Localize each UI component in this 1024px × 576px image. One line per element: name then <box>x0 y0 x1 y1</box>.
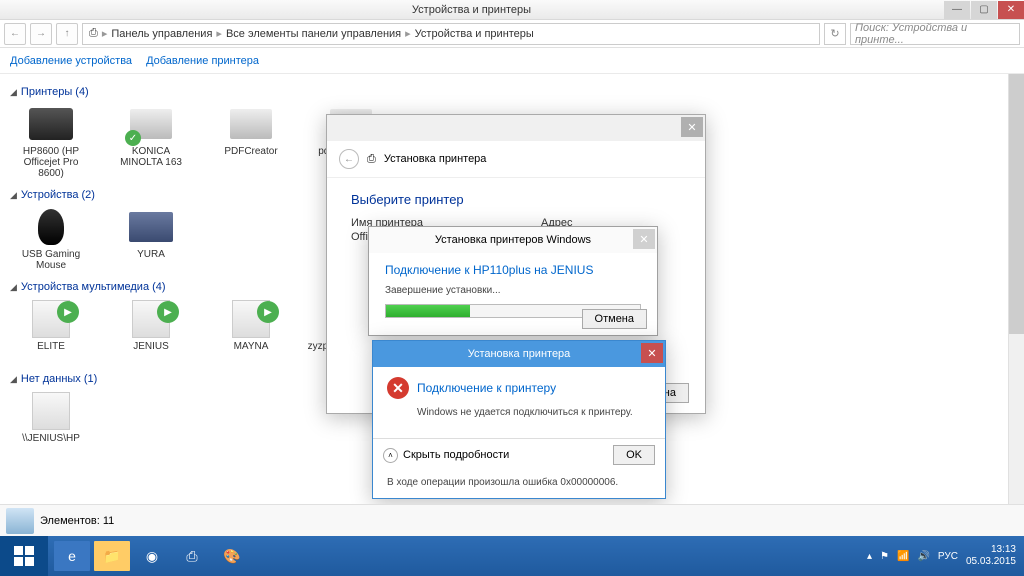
printer-item[interactable]: PDFCreator <box>216 104 286 179</box>
window-titlebar: Устройства и принтеры — ▢ ✕ <box>0 0 1024 20</box>
tray-up-icon[interactable]: ▴ <box>867 551 872 562</box>
scrollbar[interactable] <box>1008 74 1024 504</box>
refresh-button[interactable]: ↻ <box>824 23 846 45</box>
tray-volume-icon[interactable]: 🔊 <box>917 551 929 562</box>
error-icon: ✕ <box>387 377 409 399</box>
breadcrumb-item[interactable]: Панель управления <box>111 28 212 40</box>
dialog-title: Установка принтера✕ <box>373 341 665 367</box>
add-device-link[interactable]: Добавление устройства <box>10 55 132 67</box>
dialog-close-button[interactable]: ✕ <box>681 117 703 137</box>
error-message: Windows не удается подключиться к принте… <box>417 407 651 418</box>
back-button[interactable]: ← <box>4 23 26 45</box>
breadcrumb-item[interactable]: Устройства и принтеры <box>415 28 534 40</box>
dialog-install-progress: Установка принтеров Windows✕ Подключение… <box>368 226 658 336</box>
hide-details-button[interactable]: ˄Скрыть подробности <box>383 448 509 463</box>
dialog-heading: Установка принтера <box>384 153 487 165</box>
taskbar: e 📁 ◉ ⎙ 🎨 ▴ ⚑ 📶 🔊 РУС 13:13 05.03.2015 <box>0 536 1024 576</box>
system-tray[interactable]: ▴ ⚑ 📶 🔊 РУС 13:13 05.03.2015 <box>867 544 1024 568</box>
breadcrumb-icon: ⎙ <box>89 27 98 40</box>
device-item[interactable]: YURA <box>116 207 186 271</box>
error-detail: В ходе операции произошла ошибка 0x00000… <box>373 471 665 498</box>
breadcrumb-item[interactable]: Все элементы панели управления <box>226 28 401 40</box>
start-button[interactable] <box>0 536 48 576</box>
status-icon <box>6 508 34 534</box>
dialog-subheading: Выберите принтер <box>351 192 681 207</box>
dialog-heading: Подключение к HP110plus на JENIUS <box>385 263 641 277</box>
media-item[interactable]: ▶ELITE <box>16 299 86 363</box>
taskbar-paint-icon[interactable]: 🎨 <box>214 541 250 571</box>
printer-item[interactable]: ✓KONICA MINOLTA 163 <box>116 104 186 179</box>
cancel-button[interactable]: Отмена <box>582 309 647 329</box>
minimize-button[interactable]: — <box>944 1 970 19</box>
dialog-title: Установка принтеров Windows✕ <box>369 227 657 253</box>
close-button[interactable]: ✕ <box>998 1 1024 19</box>
dialog-close-button[interactable]: ✕ <box>633 229 655 249</box>
printer-icon: ⎙ <box>367 153 376 166</box>
taskbar-ie-icon[interactable]: e <box>54 541 90 571</box>
dialog-back-button[interactable]: ← <box>339 149 359 169</box>
tray-flag-icon[interactable]: ⚑ <box>880 551 889 562</box>
media-item[interactable]: ▶JENIUS <box>116 299 186 363</box>
device-item[interactable]: \\JENIUS\HP <box>16 391 86 444</box>
status-bar: Элементов: 11 <box>0 504 1024 536</box>
windows-icon <box>14 546 34 566</box>
taskbar-chrome-icon[interactable]: ◉ <box>134 541 170 571</box>
status-count: Элементов: 11 <box>40 515 114 527</box>
scrollbar-thumb[interactable] <box>1009 74 1024 334</box>
search-input[interactable]: Поиск: Устройства и принте... <box>850 23 1020 45</box>
dialog-error: Установка принтера✕ ✕ Подключение к прин… <box>372 340 666 499</box>
up-button[interactable]: ↑ <box>56 23 78 45</box>
toolbar: Добавление устройства Добавление принтер… <box>0 48 1024 74</box>
maximize-button[interactable]: ▢ <box>971 1 997 19</box>
tray-clock[interactable]: 13:13 05.03.2015 <box>966 544 1016 568</box>
taskbar-explorer-icon[interactable]: 📁 <box>94 541 130 571</box>
device-item[interactable]: USB Gaming Mouse <box>16 207 86 271</box>
section-printers[interactable]: ◢Принтеры (4) <box>10 86 1014 98</box>
printer-item[interactable]: HP8600 (HP Officejet Pro 8600) <box>16 104 86 179</box>
dialog-title: ✕ <box>327 115 705 141</box>
add-printer-link[interactable]: Добавление принтера <box>146 55 259 67</box>
navigation-bar: ← → ↑ ⎙ ▸ Панель управления ▸ Все элемен… <box>0 20 1024 48</box>
progress-status: Завершение установки... <box>385 285 641 296</box>
media-item[interactable]: ▶MAYNA <box>216 299 286 363</box>
dialog-heading: Подключение к принтеру <box>417 381 556 395</box>
forward-button[interactable]: → <box>30 23 52 45</box>
tray-network-icon[interactable]: 📶 <box>897 551 909 562</box>
taskbar-app-icon[interactable]: ⎙ <box>174 541 210 571</box>
breadcrumb[interactable]: ⎙ ▸ Панель управления ▸ Все элементы пан… <box>82 23 820 45</box>
window-title: Устройства и принтеры <box>0 4 943 16</box>
ok-button[interactable]: OK <box>613 445 655 465</box>
tray-language[interactable]: РУС <box>938 551 958 562</box>
dialog-close-button[interactable]: ✕ <box>641 343 663 363</box>
